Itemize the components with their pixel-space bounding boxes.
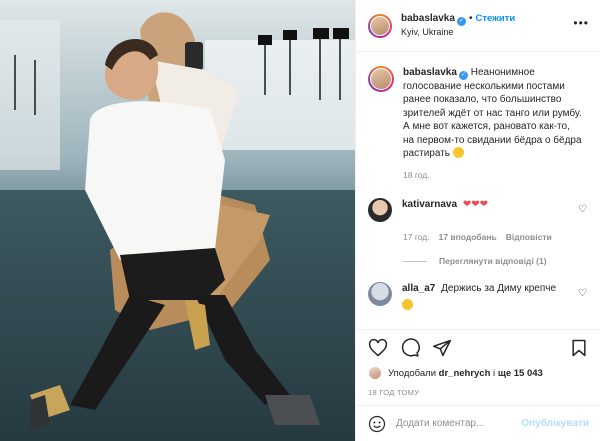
view-replies-button[interactable]: Переглянути відповіді (1) — [403, 256, 589, 266]
comment-time[interactable]: 17 год. — [403, 232, 430, 242]
comment-text: Держись за Диму крепче — [441, 283, 557, 295]
comment-item: kativarnava ❤❤❤ ♡ — [368, 198, 589, 223]
comment-body: alla_a7 Держись за Диму крепче — [402, 282, 556, 312]
comment-username[interactable]: kativarnava — [402, 199, 457, 210]
post-caption: babaslavka ✓ Неанонимное голосование неск… — [368, 66, 589, 160]
share-icon[interactable] — [432, 338, 452, 358]
comment-item: alla_a7 Держись за Диму крепче ♡ — [368, 282, 589, 312]
add-comment-bar: Додати коментар... Опублікувати — [356, 405, 600, 441]
post-photo[interactable] — [0, 0, 355, 441]
post-location[interactable]: Kyiv, Ukraine — [401, 26, 515, 39]
heart-icon[interactable] — [368, 338, 388, 358]
dance-photo-image — [0, 0, 355, 441]
author-username[interactable]: babaslavka — [401, 13, 455, 24]
commenter-avatar[interactable] — [368, 198, 392, 223]
comment-body: kativarnava ❤❤❤ — [402, 198, 488, 222]
replies-divider — [403, 260, 427, 262]
post-sidebar: babaslavka ✓ • Стежити Kyiv, Ukraine ••• ba… — [355, 0, 600, 441]
comment-meta: 17 год. 17 вподобань Відповісти — [403, 232, 589, 242]
post-actions: Уподобали dr_nehrych і ще 15 043 18 ГОД … — [356, 329, 600, 397]
comment-like-icon[interactable]: ♡ — [578, 204, 587, 215]
caption-text: Неанонимное голосование несколькими пост… — [403, 67, 582, 160]
liker-avatar — [368, 366, 382, 380]
follow-button[interactable]: Стежити — [475, 13, 515, 24]
comments-list[interactable]: babaslavka ✓ Неанонимное голосование неск… — [356, 52, 600, 329]
verified-icon: ✓ — [456, 17, 466, 26]
author-avatar[interactable] — [368, 13, 392, 38]
bookmark-icon[interactable] — [569, 338, 589, 358]
comment-likes[interactable]: 17 вподобань — [439, 232, 497, 242]
caption-avatar[interactable] — [368, 66, 394, 92]
publish-button[interactable]: Опублікувати — [521, 418, 589, 429]
verified-icon: ✓ — [458, 71, 468, 80]
caption-text-block: babaslavka ✓ Неанонимное голосование неск… — [403, 66, 583, 160]
header-meta: babaslavka ✓ • Стежити Kyiv, Ukraine — [401, 12, 515, 39]
post-time-ago[interactable]: 18 ГОД ТОМУ — [368, 388, 589, 397]
more-icon[interactable]: ••• — [573, 16, 589, 30]
comment-username[interactable]: alla_a7 — [402, 283, 435, 294]
reply-button[interactable]: Відповісти — [506, 232, 552, 242]
likes-prefix: Уподобали — [388, 367, 437, 379]
smile-emoji-icon — [402, 299, 413, 311]
comment-input[interactable]: Додати коментар... — [396, 418, 521, 429]
smile-icon[interactable] — [368, 415, 386, 433]
likes-count[interactable]: ще 15 043 — [498, 368, 543, 379]
likes-summary[interactable]: Уподобали dr_nehrych і ще 15 043 — [368, 364, 589, 382]
instagram-post: babaslavka ✓ • Стежити Kyiv, Ukraine ••• ba… — [0, 0, 600, 441]
likes-user[interactable]: dr_nehrych — [439, 368, 491, 379]
action-icons — [368, 333, 589, 363]
likes-and: і — [493, 367, 496, 379]
caption-time[interactable]: 18 год. — [403, 170, 589, 180]
commenter-avatar[interactable] — [368, 282, 392, 307]
comment-text: ❤❤❤ — [462, 199, 488, 211]
caption-username[interactable]: babaslavka — [403, 67, 457, 78]
post-header: babaslavka ✓ • Стежити Kyiv, Ukraine ••• — [356, 0, 600, 52]
comment-icon[interactable] — [400, 338, 420, 358]
comment-like-icon[interactable]: ♡ — [578, 288, 587, 299]
grin-emoji-icon — [452, 147, 464, 159]
separator-dot: • — [468, 13, 473, 24]
view-replies-label: Переглянути відповіді (1) — [439, 256, 547, 267]
